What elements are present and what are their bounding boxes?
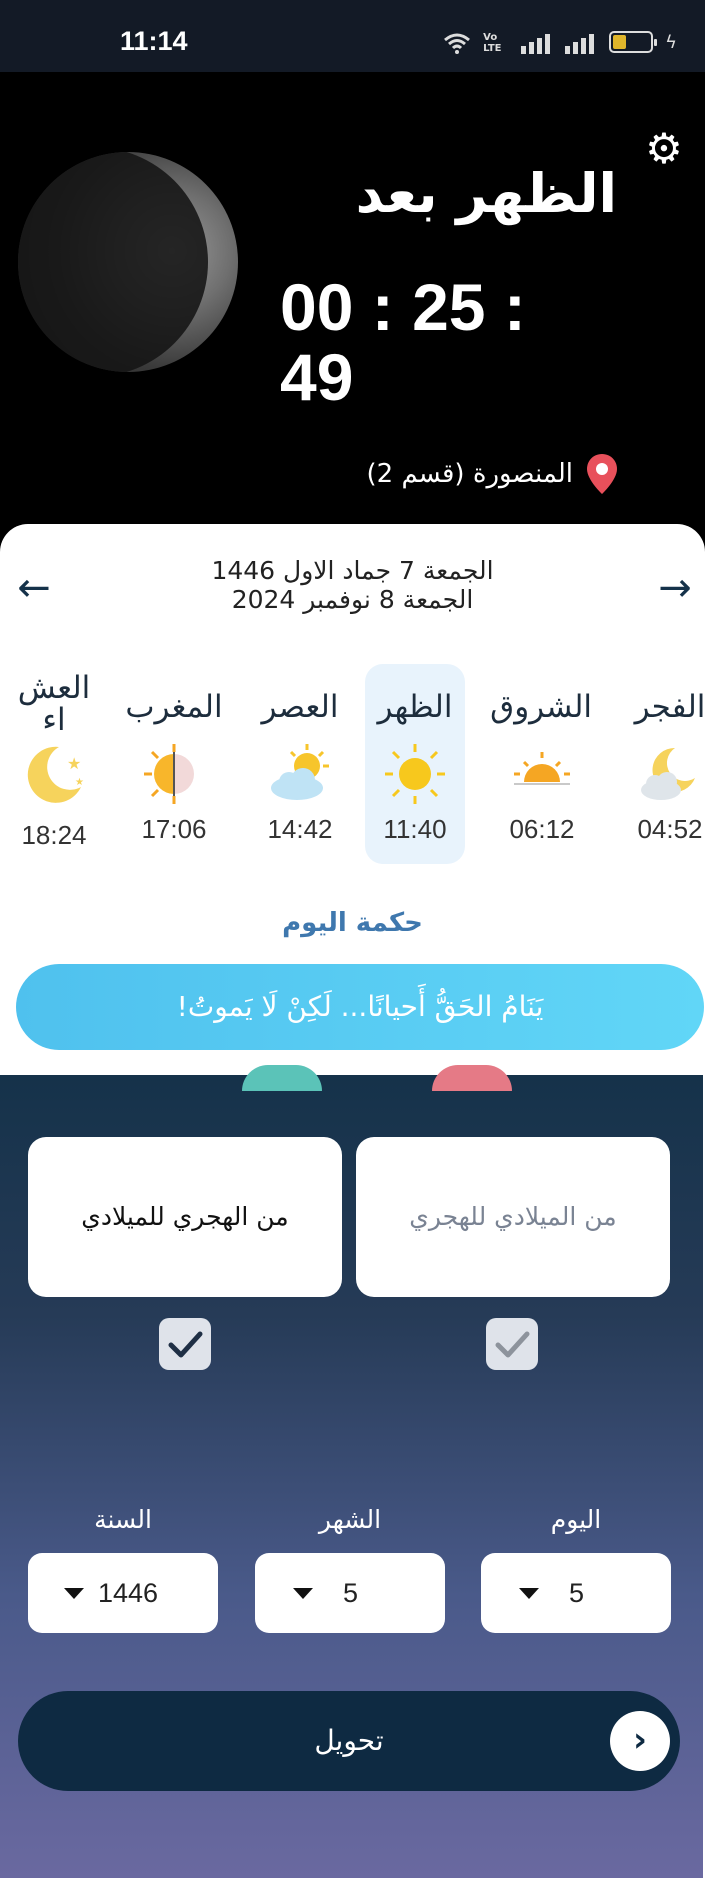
svg-text:★: ★ [67,754,81,773]
prayer-name: العش اء [17,670,91,738]
prayer-dhuhr[interactable]: الظهر 11:40 [365,664,465,864]
gregorian-date: الجمعة 8 نوفمبر 2024 [231,585,474,614]
next-prayer-label: الظهر بعد [355,162,617,225]
prayer-time: 14:42 [267,814,333,844]
wifi-icon [443,30,471,54]
prayer-time: 17:06 [141,814,207,844]
prayer-fajr[interactable]: الفجر 04:52 [620,664,705,864]
crescent-icon: ★ ★ [4,734,104,814]
hijri-to-gregorian-checkbox[interactable] [159,1318,211,1370]
battery-icon [609,31,658,53]
prayer-maghrib[interactable]: المغرب 17:06 [124,664,224,864]
prayer-time: 04:52 [637,814,703,844]
sunrise-icon [492,734,592,814]
prayer-isha[interactable]: العش اء ★ ★ 18:24 [4,664,104,864]
location-text: المنصورة (قسم 2) [366,459,573,489]
prayer-asr[interactable]: العصر 14:42 [250,664,350,864]
moon-phase-image [18,152,238,372]
prayer-name: الفجر [634,689,705,725]
prayer-time: 18:24 [21,820,87,850]
prayer-name: الشروق [490,689,592,725]
status-icons: Vo LTE ϟ [443,30,677,54]
prayer-times-row: العش اء ★ ★ 18:24 المغرب 17:06 العصر 14:… [0,664,705,864]
prayer-name: الظهر [377,689,453,725]
previous-day-arrow-icon[interactable]: ← [12,566,56,610]
location-pin-icon [587,454,617,494]
location-row[interactable]: المنصورة (قسم 2) [367,454,617,494]
status-bar: 11:14 Vo LTE ϟ [0,0,705,72]
gear-icon[interactable]: ⚙ [643,128,685,170]
clock: 11:14 [120,26,188,56]
month-select[interactable]: 5 [255,1553,445,1633]
year-label: السنة [94,1505,152,1534]
year-select[interactable]: 1446 [28,1553,218,1633]
sun-cloud-icon [250,734,350,814]
checkmark-icon [495,1331,530,1358]
day-select[interactable]: 5 [481,1553,671,1633]
volte-icon: Vo LTE [483,32,502,54]
peek-button-teal [242,1065,322,1091]
day-label: اليوم [550,1505,602,1534]
month-value: 5 [343,1577,359,1608]
checkmark-icon [168,1331,203,1358]
year-value: 1446 [98,1577,159,1608]
chevron-down-icon [519,1587,539,1599]
date-converter-panel: من الهجري للميلادي من الميلادي للهجري ال… [0,1065,705,1878]
prayer-time: 11:40 [383,814,447,844]
sun-icon [365,734,465,814]
prayer-name: العصر [261,689,339,725]
countdown-timer: 00 : 25 : 49 [280,270,526,414]
prayer-name: المغرب [125,689,223,725]
chevron-down-icon [64,1587,84,1599]
charging-icon: ϟ [665,31,677,53]
convert-button-label: تحويل [314,1724,384,1757]
day-value: 5 [569,1577,585,1608]
convert-button[interactable]: تحويل › [18,1691,680,1791]
chevron-down-icon [293,1587,313,1599]
daily-wisdom-title: حكمة اليوم [282,908,423,938]
gregorian-to-hijri-checkbox[interactable] [486,1318,538,1370]
chevron-right-icon: › [610,1711,670,1771]
half-sun-icon [124,734,224,814]
prayer-times-card: ← الجمعة 7 جماد الاول 1446 الجمعة 8 نوفم… [0,524,705,1084]
date-display: الجمعة 7 جماد الاول 1446 الجمعة 8 نوفمبر… [100,556,605,614]
prayer-sunrise[interactable]: الشروق 06:12 [490,664,592,864]
peek-button-red [432,1065,512,1091]
svg-text:★: ★ [75,777,84,788]
signal-icon-1 [521,30,553,54]
prayer-time: 06:12 [509,814,575,844]
gregorian-to-hijri-button[interactable]: من الميلادي للهجري [356,1137,670,1297]
hijri-to-gregorian-button[interactable]: من الهجري للميلادي [28,1137,342,1297]
next-day-arrow-icon[interactable]: → [653,566,697,610]
daily-wisdom-banner[interactable]: يَنَامُ الحَقُّ أَحيانًا... لَكِنْ لَا ي… [16,964,704,1050]
hero-section: ⚙ الظهر بعد 00 : 25 : 49 المنصورة (قسم 2… [0,72,705,542]
signal-icon-2 [565,30,597,54]
month-label: الشهر [318,1505,382,1534]
moon-cloud-icon [620,734,705,814]
hijri-date: الجمعة 7 جماد الاول 1446 [211,556,494,585]
